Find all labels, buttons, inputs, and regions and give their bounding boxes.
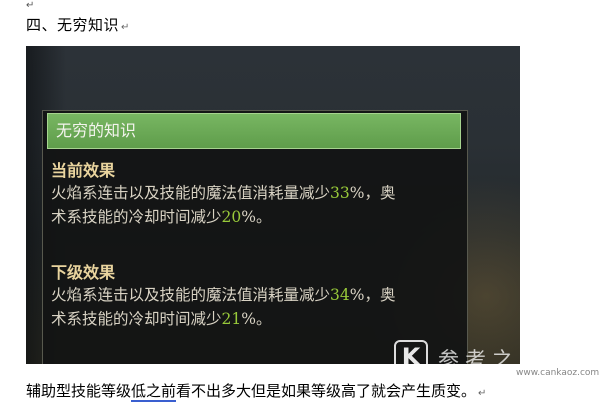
section-heading: 四、无穷知识 ↵: [26, 14, 130, 35]
next-effect-line-2: 术系技能的冷却时间减少21%。: [51, 307, 271, 329]
paragraph-mark: ↵: [26, 0, 35, 11]
effect-text: 火焰系连击以及技能的魔法值消耗量减少: [51, 184, 331, 202]
current-effect-label: 当前效果: [51, 161, 116, 180]
next-effect-line-1: 火焰系连击以及技能的魔法值消耗量减少34%，奥: [51, 283, 395, 305]
effect-suffix: %，奥: [349, 184, 396, 202]
tooltip-title: 无穷的知识: [47, 113, 461, 149]
next-effect-label: 下级效果: [51, 263, 116, 282]
footer-paragraph: 辅助型技能等级低之前看不出多大但是如果等级高了就会产生质变。 ↵: [26, 380, 487, 402]
effect-value: 33: [330, 184, 350, 202]
effect-text: 火焰系连击以及技能的魔法值消耗量减少: [51, 286, 331, 304]
effect-value: 20: [221, 208, 242, 226]
current-effect-line-2: 术系技能的冷却时间减少20%。: [51, 205, 271, 227]
site-watermark: K 参考之家 www.cankaoz.com: [394, 338, 600, 378]
effect-value: 21: [221, 310, 242, 328]
heading-text: 四、无穷知识: [26, 16, 120, 34]
paragraph-mark: ↵: [121, 22, 130, 33]
watermark-url: www.cankaoz.com: [516, 368, 600, 378]
effect-suffix: %。: [241, 310, 272, 328]
footer-text-start: 辅助型技能等级: [26, 382, 132, 400]
effect-value: 34: [330, 286, 350, 304]
effect-text: 术系技能的冷却时间减少: [51, 310, 222, 328]
footer-text-end: 看不出多大但是如果等级高了就会产生质变。: [176, 382, 477, 400]
effect-text: 术系技能的冷却时间减少: [51, 208, 222, 226]
current-effect-line-1: 火焰系连击以及技能的魔法值消耗量减少33%，奥: [51, 181, 395, 203]
effect-suffix: %。: [241, 208, 272, 226]
footer-underlined-text: 低之前: [131, 382, 177, 402]
watermark-logo-icon: K: [394, 340, 428, 374]
game-screenshot: 无穷的知识 当前效果 火焰系连击以及技能的魔法值消耗量减少33%，奥 术系技能的…: [26, 46, 520, 364]
effect-suffix: %，奥: [349, 286, 396, 304]
skill-tooltip: 无穷的知识 当前效果 火焰系连击以及技能的魔法值消耗量减少33%，奥 术系技能的…: [42, 110, 468, 364]
paragraph-mark: ↵: [478, 388, 487, 399]
